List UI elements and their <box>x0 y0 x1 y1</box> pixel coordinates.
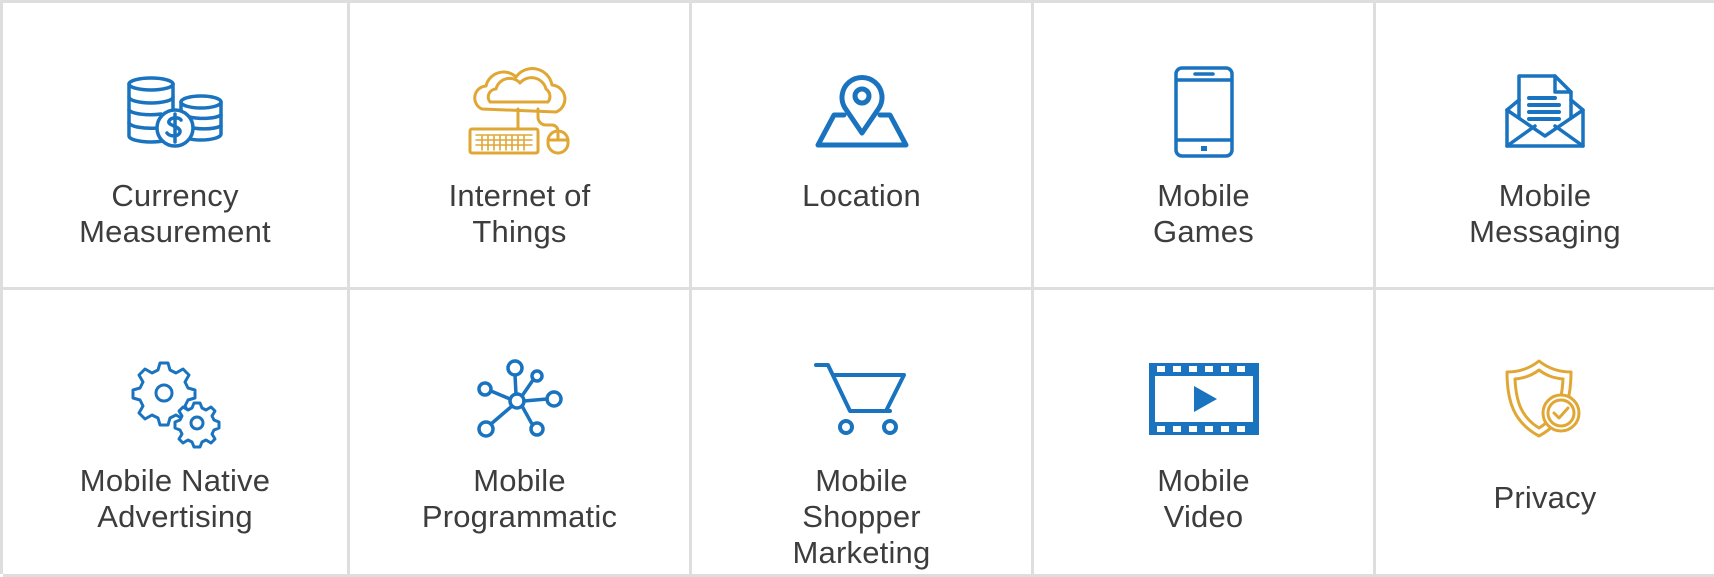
smartphone-icon <box>1139 57 1269 167</box>
tile-label: Mobile Games <box>1153 178 1254 249</box>
tile-label: Mobile Messaging <box>1469 178 1621 249</box>
tile-label: Mobile Native Advertising <box>79 463 271 534</box>
map-pin-icon <box>797 57 927 167</box>
gears-icon <box>110 344 240 454</box>
tile-mobile-messaging[interactable]: Mobile Messaging <box>1376 3 1714 290</box>
cloud-keyboard-mouse-icon <box>455 57 585 167</box>
film-play-icon <box>1139 344 1269 454</box>
tile-label: Location <box>802 178 921 213</box>
tile-location[interactable]: Location <box>692 3 1034 290</box>
tile-mobile-programmatic[interactable]: Mobile Programmatic <box>350 290 692 577</box>
tile-mobile-shopper-marketing[interactable]: Mobile Shopper Marketing <box>692 290 1034 577</box>
network-nodes-icon <box>455 344 585 454</box>
tile-label: Mobile Programmatic <box>421 463 618 534</box>
coins-dollar-icon <box>110 57 240 167</box>
tile-mobile-native-advertising[interactable]: Mobile Native Advertising <box>3 290 350 577</box>
tile-internet-of-things[interactable]: Internet of Things <box>350 3 692 290</box>
tile-privacy[interactable]: Privacy <box>1376 290 1714 577</box>
shield-check-icon <box>1480 344 1610 454</box>
envelope-document-icon <box>1480 57 1610 167</box>
tile-label: Internet of Things <box>448 178 591 249</box>
tile-currency-measurement[interactable]: Currency Measurement <box>3 3 350 290</box>
tile-label: Mobile Video <box>1157 463 1250 534</box>
tile-label: Mobile Shopper Marketing <box>792 463 931 570</box>
shopping-cart-icon <box>797 344 927 454</box>
tile-mobile-video[interactable]: Mobile Video <box>1034 290 1376 577</box>
tile-label: Privacy <box>1493 480 1597 515</box>
tile-label: Currency Measurement <box>79 178 271 249</box>
tile-mobile-games[interactable]: Mobile Games <box>1034 3 1376 290</box>
topics-grid: Currency Measurement Internet of Things <box>0 0 1714 577</box>
